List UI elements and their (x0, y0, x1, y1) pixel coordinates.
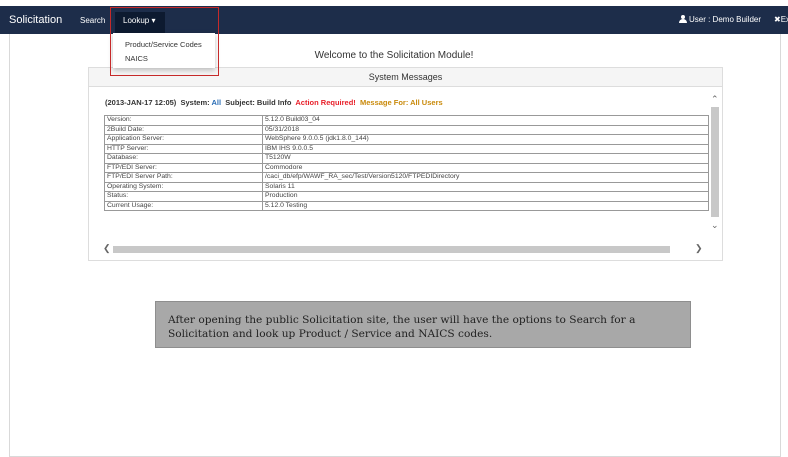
system-value: All (211, 98, 222, 107)
action-required: Action Required! (295, 98, 356, 107)
table-row: Status: Production (104, 191, 709, 202)
row-key: Database: (104, 153, 263, 164)
table-row: HTTP Server: IBM IHS 9.0.0.5 (104, 143, 709, 154)
row-value: T5120W (262, 153, 709, 164)
row-value: /caci_db/efp/WAWF_RA_sec/Test/Version512… (262, 172, 709, 183)
table-row: Application Server: WebSphere 9.0.0.5 (jd… (104, 134, 709, 145)
system-label: System: (180, 98, 210, 107)
message-for: Message For: All Users (359, 98, 443, 107)
row-value: 5.12.0 Build03_04 (262, 115, 709, 126)
message-header: (2013-JAN-17 12:05) System: All Subject:… (105, 98, 443, 107)
chevron-down-icon[interactable]: ⌄ (711, 220, 719, 231)
row-key: Application Server: (104, 134, 263, 145)
table-row: FTP/EDI Server Path:/caci_db/efp/WAWF_RA… (104, 172, 709, 183)
highlight-box (110, 7, 219, 76)
row-key: Version: (104, 115, 263, 126)
row-value: IBM IHS 9.0.0.5 (262, 143, 709, 154)
table-row: Current Usage: 5.12.0 Testing (104, 200, 709, 211)
nav-search[interactable]: Search (80, 16, 105, 25)
table-row: FTP/EDI Server: Commodore (104, 162, 709, 173)
brand-title[interactable]: Solicitation (9, 14, 62, 26)
chevron-left-icon[interactable]: ❮ (103, 243, 111, 254)
vertical-scroll-thumb[interactable] (711, 107, 719, 217)
user-label: User : Demo Builder (689, 15, 762, 24)
table-row: Version: 5.12.0 Build03_04 (104, 115, 709, 126)
message-date: (2013-JAN-17 12:05) (105, 98, 177, 107)
row-value: Commodore (262, 162, 709, 173)
row-value: 5.12.0 Testing (262, 200, 709, 211)
row-value: Production (262, 191, 709, 202)
table-row: Operating System: Solaris 11 (104, 181, 709, 192)
subject-label: Subject: (225, 98, 255, 107)
user-menu[interactable]: User : Demo Builder (679, 15, 761, 24)
row-key: 2Build Date: (104, 124, 263, 135)
row-key: Operating System: (104, 181, 263, 192)
chevron-right-icon[interactable]: ❯ (695, 243, 703, 254)
row-key: Status: (104, 191, 263, 202)
vertical-scrollbar[interactable]: ⌃ ⌄ (710, 94, 720, 232)
horizontal-scroll-thumb[interactable] (113, 246, 670, 253)
table-row: 2Build Date: 05/31/2018 (104, 124, 709, 135)
row-key: FTP/EDI Server: (104, 162, 263, 173)
row-key: FTP/EDI Server Path: (104, 172, 263, 183)
chevron-up-icon[interactable]: ⌃ (711, 94, 719, 105)
row-key: HTTP Server: (104, 143, 263, 154)
row-key: Current Usage: (104, 200, 263, 211)
subject-value: Build Info (256, 98, 292, 107)
row-value: Solaris 11 (262, 181, 709, 192)
row-value: WebSphere 9.0.0.5 (jdk1.8.0_144) (262, 134, 709, 145)
exit-button[interactable]: ✖Ex (774, 15, 788, 24)
tutorial-caption: After opening the public Solicitation si… (155, 301, 691, 348)
row-value: 05/31/2018 (262, 124, 709, 135)
table-row: Database: T5120W (104, 153, 709, 164)
build-info-table: Version: 5.12.0 Build03_04 2Build Date: 05/… (104, 115, 709, 211)
system-messages-panel: System Messages (2013-JAN-17 12:05) Syst… (88, 67, 723, 261)
horizontal-scrollbar[interactable]: ❮ ❯ (101, 243, 707, 254)
user-icon (679, 15, 687, 23)
